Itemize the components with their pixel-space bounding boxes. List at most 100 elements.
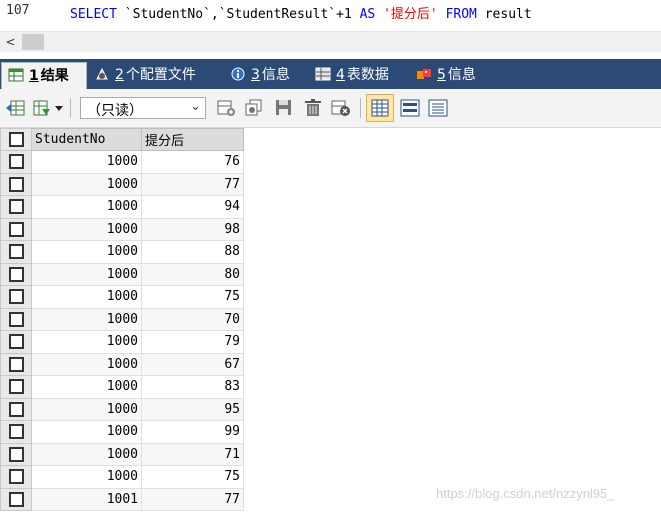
checkbox-icon[interactable] xyxy=(8,356,24,372)
row-checkbox-cell[interactable] xyxy=(0,487,32,511)
export-grid-icon[interactable] xyxy=(6,99,26,117)
sql-editor[interactable]: 107 SELECT `StudentNo`,`StudentResult`+1… xyxy=(0,0,661,31)
table-row[interactable]: 1001 77 xyxy=(0,487,244,511)
row-checkbox-cell[interactable] xyxy=(0,195,32,219)
cell-studentno[interactable]: 1000 xyxy=(31,262,142,286)
row-checkbox-cell[interactable] xyxy=(0,217,32,241)
cell-studentno[interactable]: 1000 xyxy=(31,172,142,196)
checkbox-icon[interactable] xyxy=(8,379,24,395)
import-grid-icon[interactable] xyxy=(32,99,52,117)
cell-studentno[interactable]: 1000 xyxy=(31,285,142,309)
table-row[interactable]: 1000 71 xyxy=(0,442,244,466)
checkbox-icon[interactable] xyxy=(8,221,24,237)
table-row[interactable]: 1000 83 xyxy=(0,375,244,399)
row-checkbox-cell[interactable] xyxy=(0,465,32,489)
cell-score-after[interactable]: 79 xyxy=(141,330,244,354)
table-row[interactable]: 1000 94 xyxy=(0,195,244,219)
tab-profiles[interactable]: 2 个配置文件 xyxy=(88,62,196,89)
row-checkbox-cell[interactable] xyxy=(0,397,32,421)
cell-score-after[interactable]: 77 xyxy=(141,172,244,196)
cell-studentno[interactable]: 1001 xyxy=(31,487,142,511)
add-row-icon[interactable] xyxy=(216,99,236,117)
cell-score-after[interactable]: 70 xyxy=(141,307,244,331)
cell-score-after[interactable]: 80 xyxy=(141,262,244,286)
table-row[interactable]: 1000 79 xyxy=(0,330,244,354)
cell-score-after[interactable]: 98 xyxy=(141,217,244,241)
table-row[interactable]: 1000 98 xyxy=(0,217,244,241)
cell-score-after[interactable]: 83 xyxy=(141,375,244,399)
duplicate-row-icon[interactable] xyxy=(244,99,264,117)
checkbox-icon[interactable] xyxy=(8,424,24,440)
cell-studentno[interactable]: 1000 xyxy=(31,465,142,489)
row-checkbox-cell[interactable] xyxy=(0,262,32,286)
delete-icon[interactable] xyxy=(303,99,323,117)
cell-score-after[interactable]: 77 xyxy=(141,487,244,511)
table-row[interactable]: 1000 95 xyxy=(0,397,244,421)
row-checkbox-cell[interactable] xyxy=(0,240,32,264)
cell-studentno[interactable]: 1000 xyxy=(31,150,142,174)
tab-results[interactable]: 1 结果 xyxy=(1,62,87,90)
cell-score-after[interactable]: 94 xyxy=(141,195,244,219)
cell-score-after[interactable]: 75 xyxy=(141,465,244,489)
table-row[interactable]: 1000 75 xyxy=(0,285,244,309)
cell-studentno[interactable]: 1000 xyxy=(31,195,142,219)
cell-score-after[interactable]: 76 xyxy=(141,150,244,174)
table-row[interactable]: 1000 76 xyxy=(0,150,244,174)
table-row[interactable]: 1000 67 xyxy=(0,352,244,376)
save-icon[interactable] xyxy=(274,99,294,117)
checkbox-icon[interactable] xyxy=(8,176,24,192)
cell-score-after[interactable]: 95 xyxy=(141,397,244,421)
text-view-icon[interactable] xyxy=(428,99,448,117)
checkbox-icon[interactable] xyxy=(8,289,24,305)
grid-view-toggle[interactable] xyxy=(366,94,394,122)
checkbox-icon[interactable] xyxy=(8,469,24,485)
row-checkbox-cell[interactable] xyxy=(0,285,32,309)
column-header-studentno[interactable]: StudentNo xyxy=(31,128,142,151)
chevron-down-icon[interactable] xyxy=(54,99,64,117)
sql-query-line[interactable]: SELECT `StudentNo`,`StudentResult`+1 AS … xyxy=(70,3,532,22)
cell-score-after[interactable]: 71 xyxy=(141,442,244,466)
row-checkbox-cell[interactable] xyxy=(0,352,32,376)
read-only-mode-select[interactable]: （只读） ⌄ xyxy=(80,97,206,119)
cell-studentno[interactable]: 1000 xyxy=(31,307,142,331)
row-checkbox-cell[interactable] xyxy=(0,307,32,331)
cell-score-after[interactable]: 67 xyxy=(141,352,244,376)
table-row[interactable]: 1000 70 xyxy=(0,307,244,331)
checkbox-icon[interactable] xyxy=(8,199,24,215)
cell-studentno[interactable]: 1000 xyxy=(31,442,142,466)
cell-studentno[interactable]: 1000 xyxy=(31,217,142,241)
scroll-thumb[interactable] xyxy=(22,34,44,50)
cell-studentno[interactable]: 1000 xyxy=(31,397,142,421)
scroll-left-arrow-icon[interactable]: < xyxy=(0,32,21,52)
form-view-icon[interactable] xyxy=(400,99,420,117)
row-checkbox-cell[interactable] xyxy=(0,442,32,466)
tab-history-info[interactable]: 5 信息 xyxy=(410,62,476,89)
cell-studentno[interactable]: 1000 xyxy=(31,420,142,444)
table-row[interactable]: 1000 99 xyxy=(0,420,244,444)
table-row[interactable]: 1000 77 xyxy=(0,172,244,196)
checkbox-icon[interactable] xyxy=(8,132,24,147)
table-row[interactable]: 1000 75 xyxy=(0,465,244,489)
table-row[interactable]: 1000 80 xyxy=(0,262,244,286)
column-header-score-after[interactable]: 提分后 xyxy=(141,128,244,151)
checkbox-icon[interactable] xyxy=(8,401,24,417)
row-checkbox-cell[interactable] xyxy=(0,375,32,399)
row-checkbox-cell[interactable] xyxy=(0,172,32,196)
row-checkbox-cell[interactable] xyxy=(0,150,32,174)
checkbox-icon[interactable] xyxy=(8,266,24,282)
cell-studentno[interactable]: 1000 xyxy=(31,375,142,399)
checkbox-icon[interactable] xyxy=(8,311,24,327)
row-checkbox-cell[interactable] xyxy=(0,420,32,444)
editor-horizontal-scrollbar[interactable]: < xyxy=(0,31,661,52)
checkbox-icon[interactable] xyxy=(8,244,24,260)
cell-studentno[interactable]: 1000 xyxy=(31,240,142,264)
cell-score-after[interactable]: 75 xyxy=(141,285,244,309)
cancel-icon[interactable] xyxy=(331,99,351,117)
tab-info[interactable]: 3 信息 xyxy=(224,62,290,89)
tab-table-data[interactable]: 4 表数据 xyxy=(309,62,389,89)
checkbox-icon[interactable] xyxy=(8,491,24,507)
select-all-checkbox-cell[interactable] xyxy=(0,128,32,151)
checkbox-icon[interactable] xyxy=(8,154,24,170)
cell-score-after[interactable]: 88 xyxy=(141,240,244,264)
cell-studentno[interactable]: 1000 xyxy=(31,330,142,354)
